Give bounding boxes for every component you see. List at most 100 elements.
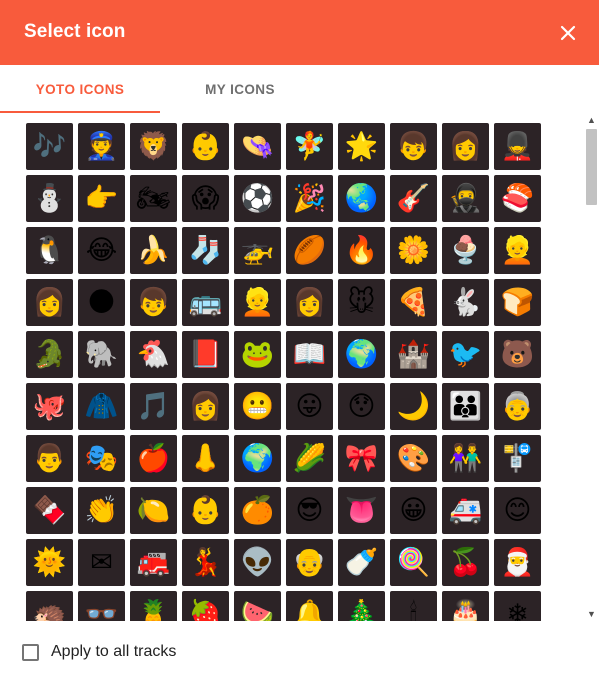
icon-tile[interactable]: 🌼 (390, 227, 437, 274)
icon-tile[interactable]: 🐭 (338, 279, 385, 326)
icon-tile[interactable]: 😬 (234, 383, 281, 430)
icon-tile[interactable]: 🌏 (338, 175, 385, 222)
icon-tile[interactable]: 🏍 (130, 175, 177, 222)
icon-tile[interactable]: 👵 (494, 383, 541, 430)
icon-tile[interactable]: 🎀 (338, 435, 385, 482)
icon-tile[interactable]: 😊 (494, 487, 541, 534)
icon-tile[interactable]: 🐊 (26, 331, 73, 378)
icon-tile[interactable]: 🍕 (390, 279, 437, 326)
icon-tile[interactable]: 🍌 (130, 227, 177, 274)
icon-tile[interactable]: 🚌 (182, 279, 229, 326)
icon-tile[interactable]: 😂 (78, 227, 125, 274)
icon-tile[interactable]: 🎭 (78, 435, 125, 482)
icon-tile[interactable]: 🌙 (390, 383, 437, 430)
icon-tile[interactable]: 👃 (182, 435, 229, 482)
icon-tile[interactable]: 👱 (234, 279, 281, 326)
icon-tile[interactable]: 🏰 (390, 331, 437, 378)
icon-tile[interactable]: 🐦 (442, 331, 489, 378)
icon-tile[interactable]: 👒 (234, 123, 281, 170)
icon-tile[interactable]: 🍨 (442, 227, 489, 274)
icon-tile[interactable]: 👩 (442, 123, 489, 170)
icon-tile[interactable]: 😯 (338, 383, 385, 430)
icon-tile[interactable]: 🎂 (442, 591, 489, 621)
icon-tile[interactable]: 🚑 (442, 487, 489, 534)
apply-to-all-label[interactable]: Apply to all tracks (51, 643, 176, 661)
icon-tile[interactable]: 🎸 (390, 175, 437, 222)
icon-tile[interactable]: 🍫 (26, 487, 73, 534)
icon-tile[interactable]: 👦 (390, 123, 437, 170)
icon-tile[interactable]: 🍞 (494, 279, 541, 326)
icon-tile[interactable]: 👏 (78, 487, 125, 534)
icon-tile[interactable]: 👶 (182, 123, 229, 170)
icon-tile[interactable]: 🧥 (78, 383, 125, 430)
icon-tile[interactable]: 🕯 (390, 591, 437, 621)
icon-tile[interactable]: 👩 (26, 279, 73, 326)
icon-tile[interactable]: 🌍 (338, 331, 385, 378)
tab-yoto-icons[interactable]: YOTO ICONS (0, 65, 160, 113)
icon-tile[interactable]: 😱 (182, 175, 229, 222)
scroll-up-arrow-icon[interactable]: ▲ (584, 113, 599, 127)
icon-tile[interactable]: 😛 (286, 383, 333, 430)
scrollbar[interactable]: ▲ ▼ (584, 113, 599, 621)
icon-tile[interactable]: ⚽ (234, 175, 281, 222)
icon-tile[interactable]: 🌽 (286, 435, 333, 482)
icon-tile[interactable]: 🐻 (494, 331, 541, 378)
icon-tile[interactable]: 👨 (26, 435, 73, 482)
icon-tile[interactable]: ⛄ (26, 175, 73, 222)
icon-tile[interactable]: 🍭 (390, 539, 437, 586)
scroll-thumb[interactable] (586, 129, 597, 205)
icon-tile[interactable]: 🍓 (182, 591, 229, 621)
icon-tile[interactable]: 🍎 (130, 435, 177, 482)
icon-tile[interactable]: 👱 (494, 227, 541, 274)
tab-my-icons[interactable]: MY ICONS (160, 65, 320, 113)
icon-tile[interactable]: 🍣 (494, 175, 541, 222)
icon-tile[interactable]: 🔔 (286, 591, 333, 621)
icon-tile[interactable]: 🎉 (286, 175, 333, 222)
icon-tile[interactable]: 🍋 (130, 487, 177, 534)
icon-tile[interactable]: 📖 (286, 331, 333, 378)
icon-tile[interactable]: 💂 (494, 123, 541, 170)
icon-tile[interactable]: 🚁 (234, 227, 281, 274)
icon-tile[interactable]: 😎 (286, 487, 333, 534)
icon-tile[interactable]: 🐸 (234, 331, 281, 378)
icon-tile[interactable]: 👅 (338, 487, 385, 534)
icon-tile[interactable]: 🌟 (338, 123, 385, 170)
icon-tile[interactable]: 💃 (182, 539, 229, 586)
icon-tile[interactable]: 🎅 (494, 539, 541, 586)
icon-tile[interactable]: 🐇 (442, 279, 489, 326)
icon-tile[interactable]: 🍒 (442, 539, 489, 586)
icon-tile[interactable]: 🔥 (338, 227, 385, 274)
icon-tile[interactable]: 🐙 (26, 383, 73, 430)
icon-tile[interactable]: 👫 (442, 435, 489, 482)
icon-tile[interactable]: 👶 (182, 487, 229, 534)
icon-tile[interactable]: 📕 (182, 331, 229, 378)
icon-tile[interactable]: 👮 (78, 123, 125, 170)
icon-tile[interactable]: 😀 (390, 487, 437, 534)
icon-tile[interactable]: 🎨 (390, 435, 437, 482)
icon-tile[interactable]: 🌑 (78, 279, 125, 326)
icon-tile[interactable]: 👓 (78, 591, 125, 621)
icon-tile[interactable]: 👦 (130, 279, 177, 326)
icon-tile[interactable]: 🐔 (130, 331, 177, 378)
icon-tile[interactable]: 🧚 (286, 123, 333, 170)
icon-tile[interactable]: 🎵 (130, 383, 177, 430)
icon-tile[interactable]: 🦔 (26, 591, 73, 621)
icon-tile[interactable]: 🧦 (182, 227, 229, 274)
icon-tile[interactable]: 🍊 (234, 487, 281, 534)
close-icon[interactable] (554, 19, 582, 47)
icon-tile[interactable]: 🌍 (234, 435, 281, 482)
scroll-down-arrow-icon[interactable]: ▼ (584, 607, 599, 621)
icon-tile[interactable]: 🏉 (286, 227, 333, 274)
icon-tile[interactable]: 👩 (182, 383, 229, 430)
apply-to-all-checkbox[interactable] (22, 644, 39, 661)
icon-tile[interactable]: 🌞 (26, 539, 73, 586)
icon-tile[interactable]: 🍉 (234, 591, 281, 621)
icon-tile[interactable]: 👽 (234, 539, 281, 586)
icon-tile[interactable]: 👉 (78, 175, 125, 222)
icon-tile[interactable]: 🥷 (442, 175, 489, 222)
icon-tile[interactable]: 🚒 (130, 539, 177, 586)
icon-tile[interactable]: 🦁 (130, 123, 177, 170)
icon-tile[interactable]: ✉ (78, 539, 125, 586)
icon-tile[interactable]: 🚏 (494, 435, 541, 482)
icon-tile[interactable]: 🍼 (338, 539, 385, 586)
